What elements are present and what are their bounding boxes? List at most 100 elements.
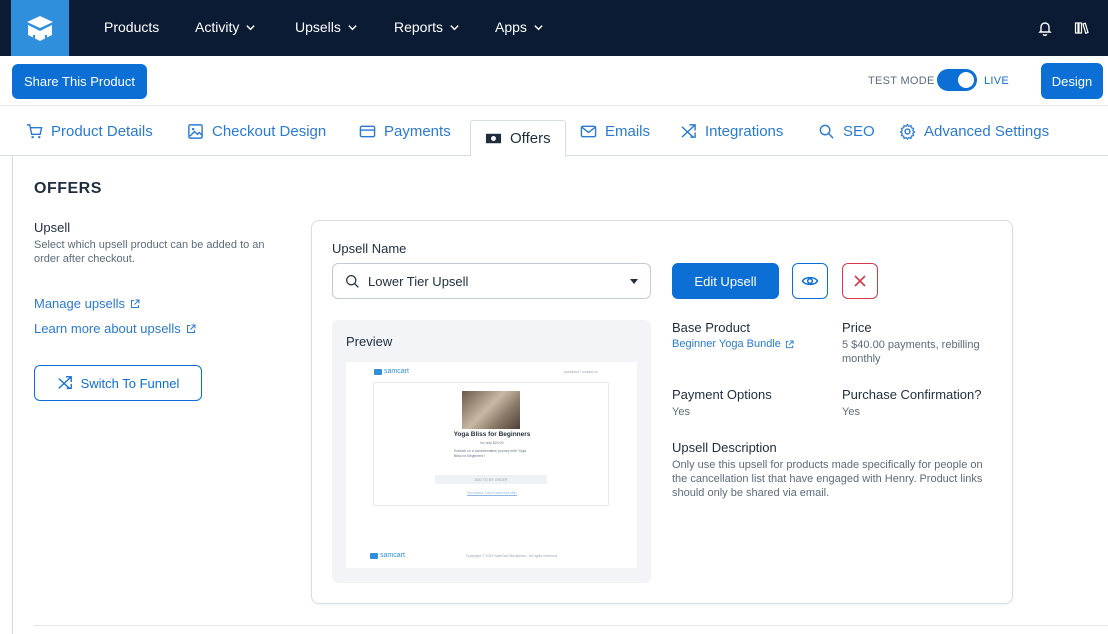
close-icon — [854, 275, 866, 287]
search-icon — [346, 274, 359, 288]
base-product-label: Base Product — [672, 320, 751, 335]
base-product-link[interactable]: Beginner Yoga Bundle — [672, 338, 794, 350]
tab-label: Product Details — [51, 122, 153, 140]
toggle-knob — [958, 72, 974, 88]
tab-seo[interactable]: SEO — [818, 106, 875, 156]
mini-footer-logo: samcart — [370, 552, 405, 559]
preview-upsell-button[interactable] — [792, 263, 828, 299]
notifications-button[interactable] — [1035, 18, 1055, 38]
test-mode-label: TEST MODE — [868, 75, 935, 87]
button-label: Switch To Funnel — [80, 375, 180, 391]
shuffle-icon — [57, 376, 72, 389]
link-label: Manage upsells — [34, 296, 126, 311]
purchase-confirmation-label: Purchase Confirmation? — [842, 387, 982, 402]
external-link-icon — [785, 339, 794, 348]
tab-label: Advanced Settings — [924, 122, 1050, 140]
upsell-preview: Preview samcart questions? contact us Yo… — [332, 320, 651, 583]
section-divider — [34, 625, 1108, 626]
share-product-button[interactable]: Share This Product — [12, 64, 147, 99]
tab-emails[interactable]: Emails — [580, 106, 650, 156]
library-button[interactable] — [1072, 18, 1092, 38]
mini-offer-price: for only $24.00 — [480, 441, 504, 445]
tab-label: Offers — [510, 130, 551, 147]
payment-options-value: Yes — [672, 406, 690, 418]
product-toolbar: Share This Product TEST MODE LIVE Design — [0, 56, 1108, 106]
payment-options-label: Payment Options — [672, 387, 772, 402]
tab-label: Payments — [384, 122, 451, 140]
upsell-name-label: Upsell Name — [332, 241, 407, 256]
edit-upsell-button[interactable]: Edit Upsell — [672, 263, 779, 299]
cart-icon — [26, 123, 43, 138]
tab-product-details[interactable]: Product Details — [26, 106, 153, 156]
manage-upsells-link[interactable]: Manage upsells — [34, 296, 140, 311]
nav-products-label: Products — [104, 19, 160, 35]
shuffle-icon — [681, 123, 696, 138]
eye-icon — [801, 276, 819, 286]
chevron-down-icon — [534, 24, 543, 30]
live-label: LIVE — [984, 75, 1010, 87]
mini-offer-desc: Embark on a transformative journey with … — [454, 449, 527, 458]
link-label: Learn more about upsells — [34, 321, 181, 336]
product-tabs: Product Details Checkout Design Payments… — [0, 106, 1108, 157]
library-icon — [1074, 22, 1089, 34]
tab-advanced-settings[interactable]: Advanced Settings — [899, 106, 1049, 156]
live-mode-toggle[interactable] — [937, 69, 977, 91]
mini-brand-text: samcart — [380, 552, 405, 559]
base-product-value: Beginner Yoga Bundle — [672, 338, 781, 350]
gear-icon — [899, 122, 916, 140]
learn-more-upsells-link[interactable]: Learn more about upsells — [34, 321, 196, 336]
chevron-down-icon — [246, 24, 256, 30]
purchase-confirmation-value: Yes — [842, 406, 860, 418]
design-button[interactable]: Design — [1041, 63, 1103, 99]
tab-integrations[interactable]: Integrations — [680, 106, 783, 156]
upsell-description-value: Only use this upsell for products made s… — [672, 459, 983, 499]
nav-apps-label: Apps — [495, 19, 527, 35]
image-icon — [188, 123, 203, 139]
mini-add-button: ADD TO MY ORDER — [435, 475, 547, 484]
nav-reports-label: Reports — [394, 19, 444, 35]
tab-label: Checkout Design — [212, 122, 327, 140]
tab-checkout-design[interactable]: Checkout Design — [187, 106, 326, 156]
tab-offers[interactable]: Offers — [470, 120, 566, 157]
mini-product-image — [462, 391, 520, 429]
mini-footer-copyright: Copyright © 2024 SamCart Wordpress - All… — [466, 554, 558, 558]
tab-label: Emails — [605, 122, 651, 140]
switch-to-funnel-button[interactable]: Switch To Funnel — [34, 365, 202, 401]
top-nav: Products Activity Upsells Reports Apps — [0, 0, 1108, 56]
preview-label: Preview — [346, 334, 393, 349]
mini-brand-icon — [374, 368, 382, 375]
mini-brand-logo: samcart — [374, 368, 409, 375]
external-link-icon — [186, 324, 196, 333]
box-logo-icon — [27, 16, 53, 41]
mini-offer-title: Yoga Bliss for Beginners — [453, 431, 531, 438]
chevron-down-icon — [450, 24, 459, 30]
remove-upsell-button[interactable] — [842, 263, 878, 299]
upsell-select[interactable]: Lower Tier Upsell — [332, 263, 651, 299]
search-icon — [819, 124, 834, 139]
tab-payments[interactable]: Payments — [359, 106, 451, 156]
price-value: 5 $40.00 payments, rebilling monthly — [842, 339, 980, 365]
price-label: Price — [842, 320, 872, 335]
tab-label: Integrations — [705, 122, 784, 140]
upsell-card: Upsell Name Lower Tier Upsell Edit Upsel… — [311, 220, 1013, 604]
mini-brand-icon — [370, 552, 378, 559]
mini-offer-card: Yoga Bliss for Beginners for only $24.00… — [373, 382, 609, 506]
money-icon — [485, 133, 502, 144]
nav-products[interactable]: Products — [104, 19, 159, 35]
page-title: OFFERS — [34, 180, 102, 197]
upsell-description: Select which upsell product can be added… — [34, 239, 265, 265]
tab-label: SEO — [843, 122, 875, 140]
mini-decline-link: No thanks, I don't want this offer — [467, 491, 517, 495]
upsell-heading: Upsell — [34, 220, 71, 235]
nav-activity[interactable]: Activity — [195, 19, 256, 35]
selected-upsell: Lower Tier Upsell — [368, 273, 469, 289]
nav-upsells[interactable]: Upsells — [295, 19, 358, 35]
mini-contact-text: questions? contact us — [564, 370, 598, 374]
preview-thumbnail: samcart questions? contact us Yoga Bliss… — [346, 362, 637, 568]
bell-icon — [1038, 22, 1052, 36]
nav-apps[interactable]: Apps — [495, 19, 544, 35]
chevron-down-icon — [348, 24, 357, 30]
caret-down-icon — [630, 278, 638, 284]
app-logo[interactable] — [11, 0, 69, 56]
nav-reports[interactable]: Reports — [394, 19, 460, 35]
